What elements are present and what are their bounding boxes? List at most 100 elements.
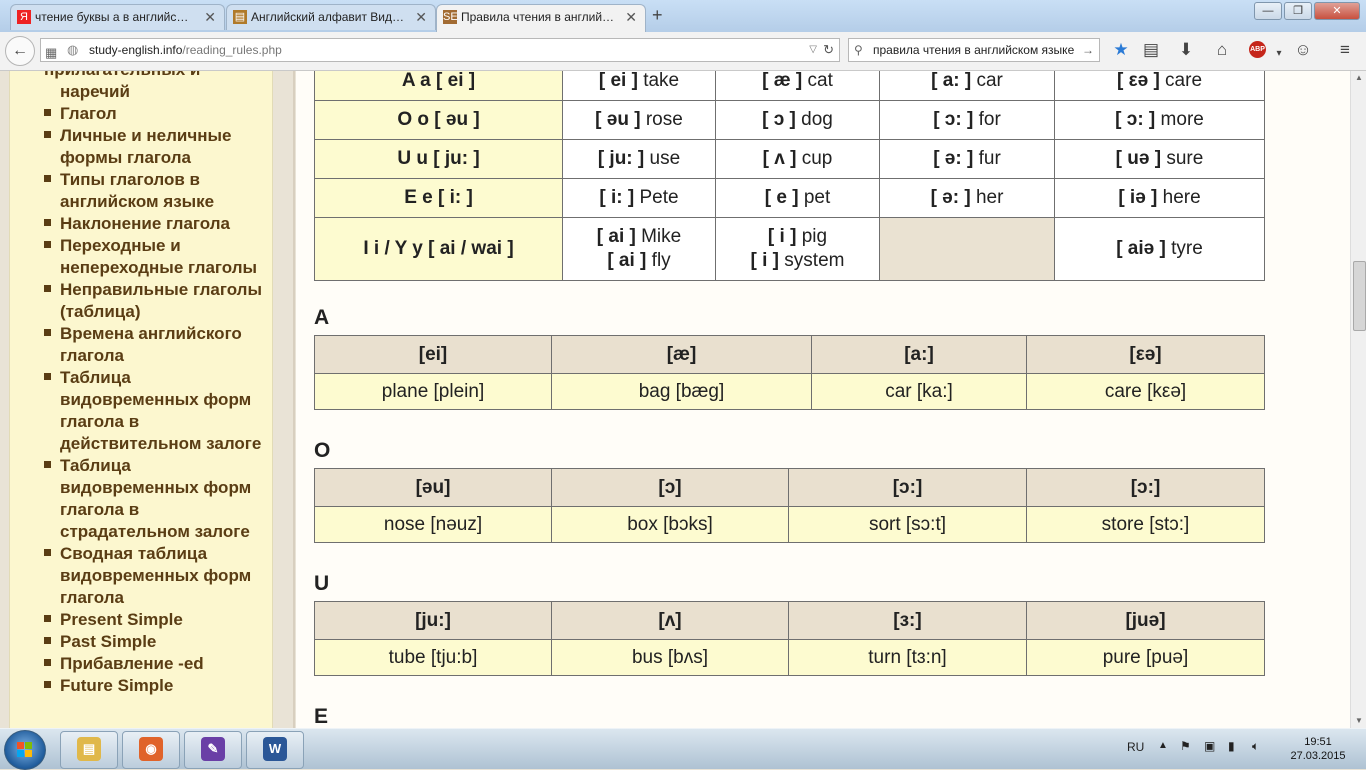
sidebar-link-label: Future Simple xyxy=(60,676,174,695)
sidebar-link[interactable]: Future Simple xyxy=(44,675,272,697)
close-tab-icon[interactable]: ✕ xyxy=(625,5,637,29)
sidebar-link-label: Типы глаголов в английском языке xyxy=(60,170,215,211)
device-icon[interactable]: ▣ xyxy=(1204,739,1215,753)
search-input[interactable]: ⚲ правила чтения в английском языке → xyxy=(848,38,1100,62)
chat-icon[interactable]: ☺ xyxy=(1292,40,1314,60)
download-icon[interactable]: ⬇ xyxy=(1175,40,1197,60)
language-indicator[interactable]: RU xyxy=(1127,740,1144,754)
sidebar-link-label: Глагол xyxy=(60,104,117,123)
ipa-transcription: [ ai ] xyxy=(607,250,647,271)
sound-header: [æ] xyxy=(551,335,812,374)
tab-favicon-icon: ▤ xyxy=(233,10,247,24)
action-center-flag-icon[interactable]: ⚑ xyxy=(1180,739,1191,753)
ipa-transcription: [ aiə ] xyxy=(1116,238,1166,259)
bullet-icon xyxy=(44,615,51,623)
scroll-down-icon[interactable]: ▼ xyxy=(1351,714,1366,728)
scroll-thumb[interactable] xyxy=(1353,261,1366,331)
browser-tab[interactable]: Ячтение буквы а в английс… ✕ xyxy=(10,4,225,30)
network-signal-icon[interactable]: ▮ xyxy=(1228,739,1235,753)
sidebar-link[interactable]: Переходные и непереходные глаголы xyxy=(44,235,272,279)
bullet-icon xyxy=(44,329,51,337)
address-bar[interactable]: ▦ ◍ study-english.info/reading_rules.php… xyxy=(40,38,840,62)
ipa-transcription: [ iə ] xyxy=(1118,187,1158,208)
menu-icon[interactable]: ≡ xyxy=(1334,40,1356,60)
sidebar-link[interactable]: Таблица видовременных форм глагола в стр… xyxy=(44,455,272,543)
taskbar-app-button[interactable]: ▤ xyxy=(60,731,118,769)
windows-logo-icon xyxy=(17,742,33,758)
adblock-icon[interactable]: ABP xyxy=(1249,41,1266,58)
sound-example: [ əu ] rose xyxy=(563,109,715,131)
example-word: pig xyxy=(801,226,828,247)
example-word: care xyxy=(1165,71,1203,91)
taskbar-app-button[interactable]: W xyxy=(246,731,304,769)
sidebar-link[interactable]: Present Simple xyxy=(44,609,272,631)
letter-cell: U u [ ju: ] xyxy=(314,139,563,179)
taskbar-app-button[interactable]: ✎ xyxy=(184,731,242,769)
sidebar-link[interactable]: прилагательных и наречий xyxy=(44,71,272,103)
browser-tab[interactable]: ▤ Английский алфавит Вид… ✕ xyxy=(226,4,436,30)
sidebar-link-label: Past Simple xyxy=(60,632,157,651)
close-window-button[interactable]: ✕ xyxy=(1314,2,1360,20)
grid-icon[interactable]: ▦ xyxy=(45,42,57,64)
sound-cell: [ e ] pet xyxy=(715,178,880,218)
sidebar-link[interactable]: Глагол xyxy=(44,103,272,125)
bullet-icon xyxy=(44,681,51,689)
sidebar-link-label: Личные и неличные формы глагола xyxy=(60,126,232,167)
sidebar-link[interactable]: Прибавление -ed xyxy=(44,653,272,675)
example-word: her xyxy=(975,187,1004,208)
close-tab-icon[interactable]: ✕ xyxy=(415,5,427,29)
example-word: use xyxy=(649,148,681,169)
examples-table: [ei] [æ] [a:] [εə] plane [plein] bag [bæg] car… xyxy=(314,335,1265,410)
taskbar: ▤ ◉ ✎ W RU ▲ ⚑ ▣ ▮ 🔈︎ 19:51 27.03.2015 xyxy=(0,728,1366,770)
sidebar-link[interactable]: Типы глаголов в английском языке xyxy=(44,169,272,213)
example-word: tyre xyxy=(1171,238,1203,259)
history-dropdown-icon[interactable]: ▽ xyxy=(809,39,817,61)
adblock-dropdown-icon[interactable]: ▾ xyxy=(1268,44,1290,64)
sidebar-link[interactable]: Неправильные глаголы (таблица) xyxy=(44,279,272,323)
sidebar-link[interactable]: Сводная таблица видовременных форм глаго… xyxy=(44,543,272,609)
examples-table: [ju:] [ʌ] [ɜ:] [juə] tube [tju:b] bus [bʌs] tu… xyxy=(314,601,1265,676)
new-tab-button[interactable]: + xyxy=(652,5,663,26)
table-row: nose [nəuz] box [bɔks] sort [sɔ:t] store [s… xyxy=(314,506,1265,543)
bullet-icon xyxy=(44,659,51,667)
sound-cell: [ εə ] care xyxy=(1054,71,1265,101)
bookmark-star-icon[interactable]: ★ xyxy=(1110,40,1132,60)
ipa-transcription: [ ɔ ] xyxy=(762,109,796,130)
sound-example: [ ə: ] her xyxy=(880,187,1054,209)
maximize-button[interactable]: ❐ xyxy=(1284,2,1312,20)
example-word: cup xyxy=(801,148,833,169)
sidebar-link[interactable]: Наклонение глагола xyxy=(44,213,272,235)
reading-list-icon[interactable]: ▤ xyxy=(1140,40,1162,60)
ipa-transcription: [ əu ] xyxy=(595,109,641,130)
search-go-icon[interactable]: → xyxy=(1082,39,1094,61)
sound-example: [ ɔ: ] for xyxy=(880,109,1054,131)
minimize-button[interactable]: — xyxy=(1254,2,1282,20)
clock[interactable]: 19:51 27.03.2015 xyxy=(1288,735,1348,763)
table-row: tube [tju:b] bus [bʌs] turn [tɜ:n] pure [pu… xyxy=(314,639,1265,676)
browser-tab[interactable]: SE Правила чтения в англий… ✕ xyxy=(436,4,646,32)
vertical-scrollbar[interactable]: ▲ ▼ xyxy=(1350,71,1366,728)
taskbar-app-button[interactable]: ◉ xyxy=(122,731,180,769)
sidebar-link-label: Таблица видовременных форм глагола в стр… xyxy=(60,456,252,541)
sound-header: [ɔ:] xyxy=(788,468,1027,507)
sidebar-link[interactable]: Таблица видовременных форм глагола в дей… xyxy=(44,367,272,455)
bullet-icon xyxy=(44,285,51,293)
sidebar-link[interactable]: Past Simple xyxy=(44,631,272,653)
volume-icon[interactable]: 🔈︎ xyxy=(1252,739,1259,754)
tab-label: Английский алфавит Вид… xyxy=(251,10,404,24)
section-title: E xyxy=(314,705,329,728)
sidebar-link[interactable]: Личные и неличные формы глагола xyxy=(44,125,272,169)
ipa-transcription: [ εə ] xyxy=(1116,71,1160,91)
sidebar-link-label: Переходные и непереходные глаголы xyxy=(60,236,258,277)
close-tab-icon[interactable]: ✕ xyxy=(204,5,216,29)
example-cell: turn [tɜ:n] xyxy=(788,639,1027,676)
sound-example: [ i ] system xyxy=(716,249,879,273)
show-hidden-icons-icon[interactable]: ▲ xyxy=(1158,740,1168,751)
example-word: Pete xyxy=(639,187,679,208)
reload-icon[interactable]: ↻ xyxy=(823,39,834,61)
start-button[interactable] xyxy=(4,730,46,770)
sidebar-link[interactable]: Времена английского глагола xyxy=(44,323,272,367)
home-icon[interactable]: ⌂ xyxy=(1211,40,1233,60)
back-button[interactable]: ← xyxy=(5,36,35,66)
scroll-up-icon[interactable]: ▲ xyxy=(1351,71,1366,85)
